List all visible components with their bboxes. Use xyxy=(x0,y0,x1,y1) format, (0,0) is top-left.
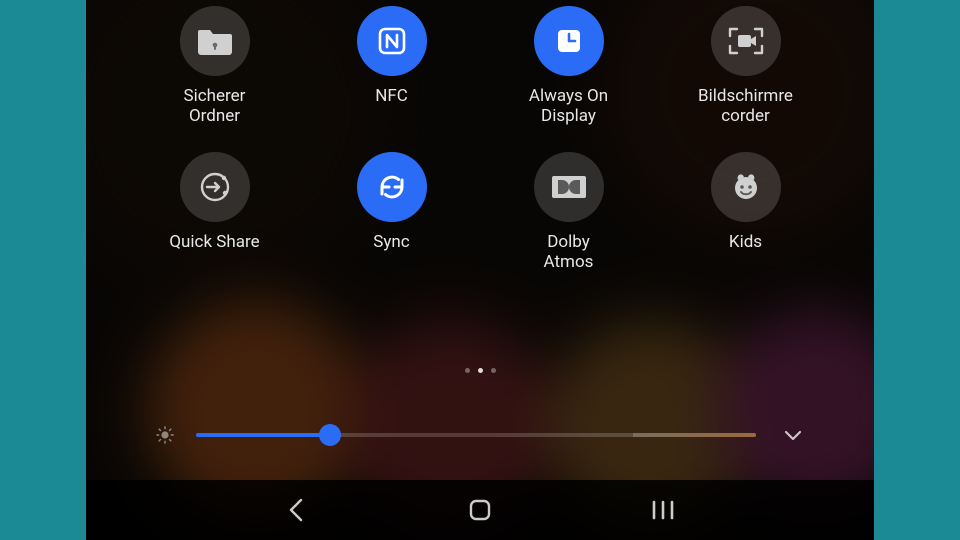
tile-label: Dolby Atmos xyxy=(544,232,594,272)
tile-nfc[interactable]: NFC xyxy=(303,6,480,126)
tile-label: Always On Display xyxy=(529,86,608,126)
tile-label: Sicherer Ordner xyxy=(184,86,246,126)
quick-settings-grid: Sicherer Ordner NFC Always On Display xyxy=(86,6,874,272)
expand-brightness-button[interactable] xyxy=(782,424,804,446)
tile-sync[interactable]: Sync xyxy=(303,152,480,272)
tile-secure-folder[interactable]: Sicherer Ordner xyxy=(126,6,303,126)
page-dot xyxy=(491,368,496,373)
screen-record-icon xyxy=(711,6,781,76)
page-dot-current xyxy=(478,368,483,373)
brightness-fill xyxy=(196,433,330,437)
brightness-icon xyxy=(156,426,174,444)
tile-dolby-atmos[interactable]: Dolby Atmos xyxy=(480,152,657,272)
recents-button[interactable] xyxy=(650,499,676,521)
clock-square-icon xyxy=(534,6,604,76)
tile-always-on-display[interactable]: Always On Display xyxy=(480,6,657,126)
navigation-bar xyxy=(86,480,874,540)
dolby-icon xyxy=(534,152,604,222)
brightness-row xyxy=(156,418,804,452)
brightness-thumb[interactable] xyxy=(319,424,341,446)
kids-icon xyxy=(711,152,781,222)
tile-label: Kids xyxy=(729,232,762,252)
tile-screen-recorder[interactable]: Bildschirmre corder xyxy=(657,6,834,126)
nfc-icon xyxy=(357,6,427,76)
sync-icon xyxy=(357,152,427,222)
tile-quick-share[interactable]: Quick Share xyxy=(126,152,303,272)
folder-lock-icon xyxy=(180,6,250,76)
tile-label: Sync xyxy=(373,232,409,252)
quick-share-icon xyxy=(180,152,250,222)
tile-label: Bildschirmre corder xyxy=(698,86,793,126)
page-dot xyxy=(465,368,470,373)
tile-label: NFC xyxy=(375,86,408,106)
tile-label: Quick Share xyxy=(169,232,259,252)
brightness-warm-zone xyxy=(633,433,756,437)
back-button[interactable] xyxy=(284,497,310,523)
quick-settings-panel: Sicherer Ordner NFC Always On Display xyxy=(86,0,874,540)
home-button[interactable] xyxy=(467,497,493,523)
page-indicator[interactable] xyxy=(86,368,874,373)
brightness-slider[interactable] xyxy=(196,433,756,437)
tile-kids[interactable]: Kids xyxy=(657,152,834,272)
